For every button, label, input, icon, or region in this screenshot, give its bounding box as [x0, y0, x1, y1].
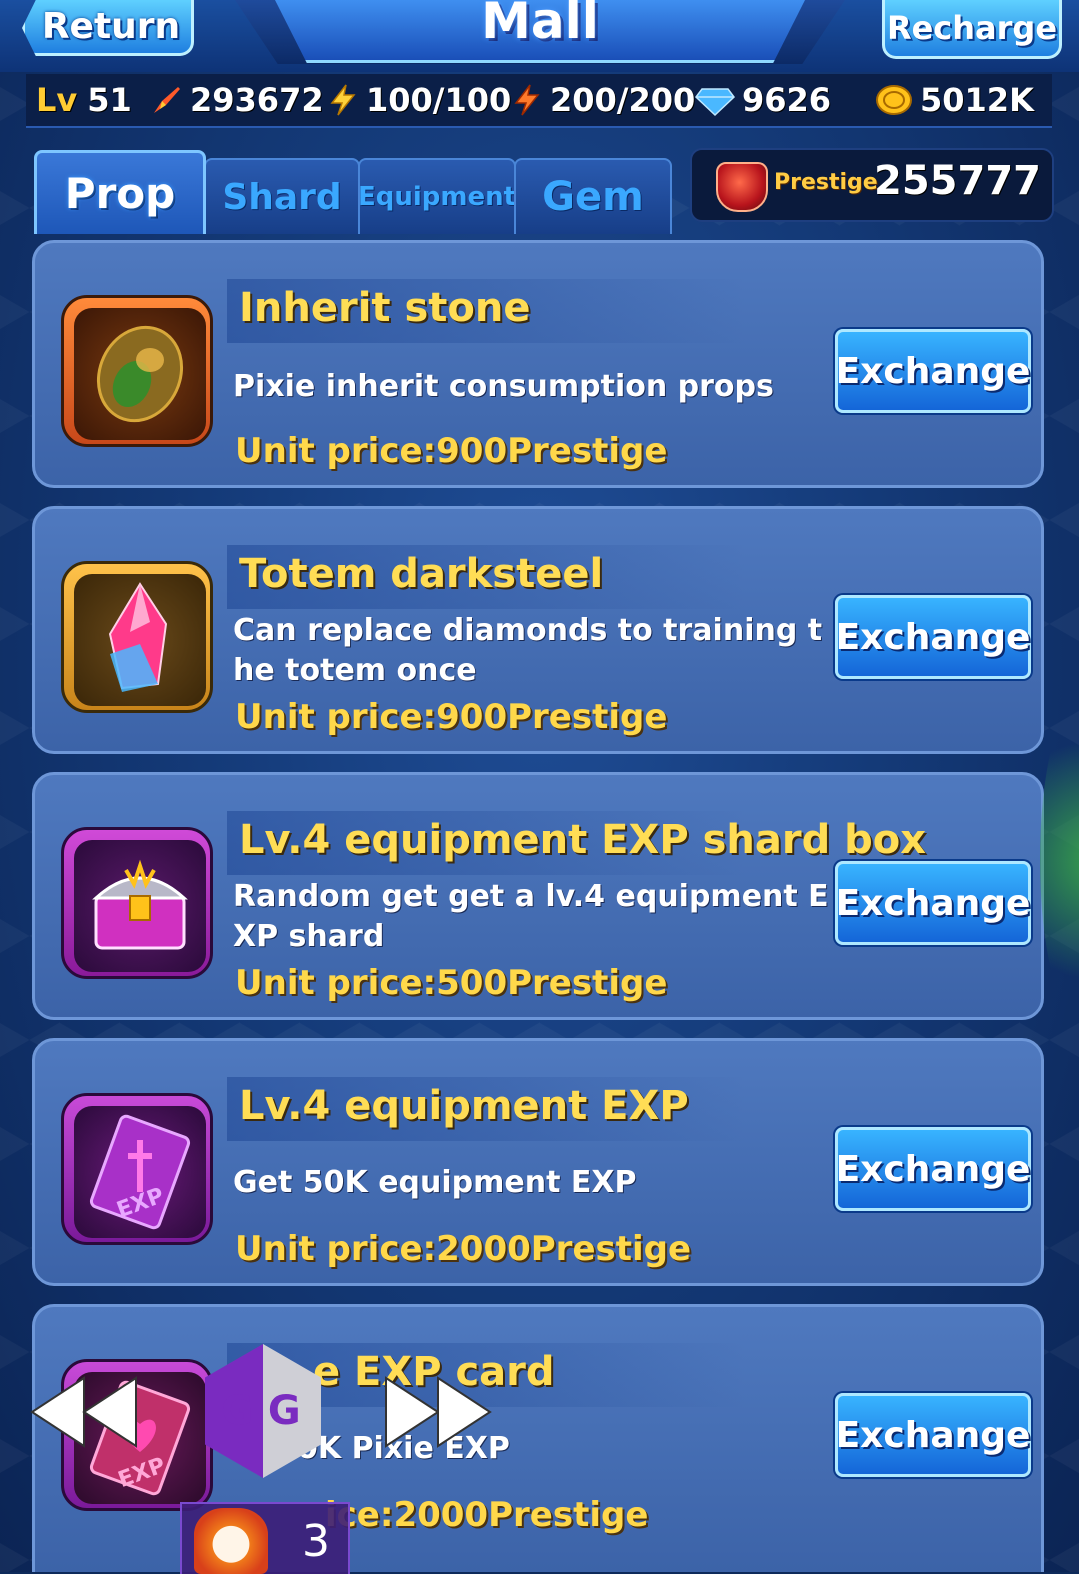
exchange-button[interactable]: Exchange	[835, 595, 1031, 679]
tab-gem[interactable]: Gem	[514, 158, 672, 234]
crystal-icon	[108, 582, 168, 692]
treasure-chest-icon	[92, 859, 188, 950]
prestige-value: 255777	[874, 158, 1041, 204]
list-item: Totem darksteel Can replace diamonds to …	[32, 506, 1044, 754]
diamond-stat: 9626	[694, 74, 831, 126]
gg-label: GG	[221, 1388, 315, 1434]
gold-value: 5012K	[920, 81, 1034, 119]
item-description: Pixie inherit consumption props	[233, 369, 774, 404]
item-icon-frame: EXP	[61, 1093, 213, 1245]
item-description: Can replace diamonds to training the tot…	[233, 613, 823, 688]
level-value: 51	[87, 81, 132, 119]
gold-stat: 5012K	[874, 74, 1034, 126]
list-item: Lv.4 equipment EXP shard box Random get …	[32, 772, 1044, 1020]
badge-count: 3	[302, 1516, 330, 1567]
level-label: Lv	[36, 81, 78, 119]
rocket-icon	[154, 87, 180, 113]
item-name: Totem darksteel	[239, 551, 604, 597]
item-name: Inherit stone	[239, 285, 531, 331]
item-price: Unit price:900Prestige	[235, 431, 668, 471]
list-item: EXP Lv.4 equipment EXP Get 50K equipment…	[32, 1038, 1044, 1286]
power-value: 293672	[190, 81, 324, 119]
energy-stat: 100/100	[326, 74, 511, 126]
item-name: Lv.4 equipment EXP shard box	[239, 817, 927, 863]
item-price: Unit price:900Prestige	[235, 697, 668, 737]
avatar	[194, 1508, 268, 1574]
tab-equipment[interactable]: Equipment	[358, 158, 516, 234]
prestige-balance: Prestige 255777	[690, 148, 1054, 222]
exp-card-icon: EXP	[89, 1114, 191, 1230]
diamond-icon	[694, 88, 736, 117]
item-price: ice:2000Prestige	[325, 1495, 649, 1535]
return-button[interactable]: Return	[22, 0, 194, 56]
energy-value: 100/100	[366, 81, 512, 119]
page-title: Mall	[481, 0, 599, 50]
stamina-value: 200/200	[550, 81, 696, 119]
rewind-button[interactable]	[30, 1376, 140, 1448]
item-price: Unit price:2000Prestige	[235, 1229, 692, 1269]
prestige-label: Prestige	[774, 170, 878, 195]
item-description: Random get get a lv.4 equipment EXP shar…	[233, 879, 829, 954]
tab-shard[interactable]: Shard	[204, 158, 360, 234]
list-item: Inherit stone Pixie inherit consumption …	[32, 240, 1044, 488]
item-icon-frame	[61, 295, 213, 447]
item-description: Get 50K equipment EXP	[233, 1165, 637, 1200]
item-name: Lv.4 equipment EXP	[239, 1083, 689, 1129]
flame-bolt-icon	[514, 84, 540, 116]
resource-bar: Lv 51 293672 100/100 200/200 9626 5012K	[26, 74, 1052, 128]
recharge-button[interactable]: Recharge	[882, 0, 1062, 59]
title-plate-inner: Mall	[275, 0, 805, 63]
exchange-button[interactable]: Exchange	[835, 861, 1031, 945]
item-icon-frame	[61, 561, 213, 713]
exchange-button[interactable]: Exchange	[835, 1127, 1031, 1211]
exchange-button[interactable]: Exchange	[835, 1393, 1031, 1477]
stamina-stat: 200/200	[510, 74, 695, 126]
gold-coin-icon	[876, 85, 912, 115]
prestige-icon	[716, 162, 768, 212]
lightning-icon	[330, 84, 356, 116]
power-stat: 293672	[150, 74, 324, 126]
item-icon-frame	[61, 827, 213, 979]
exchange-button[interactable]: Exchange	[835, 329, 1031, 413]
floating-badge[interactable]: 3	[180, 1502, 350, 1574]
tab-prop[interactable]: Prop	[34, 150, 206, 234]
fast-forward-button[interactable]	[384, 1376, 494, 1448]
diamond-value: 9626	[742, 81, 832, 119]
item-price: Unit price:500Prestige	[235, 963, 668, 1003]
level-stat: Lv 51	[36, 74, 132, 126]
inherit-stone-icon	[96, 325, 184, 423]
